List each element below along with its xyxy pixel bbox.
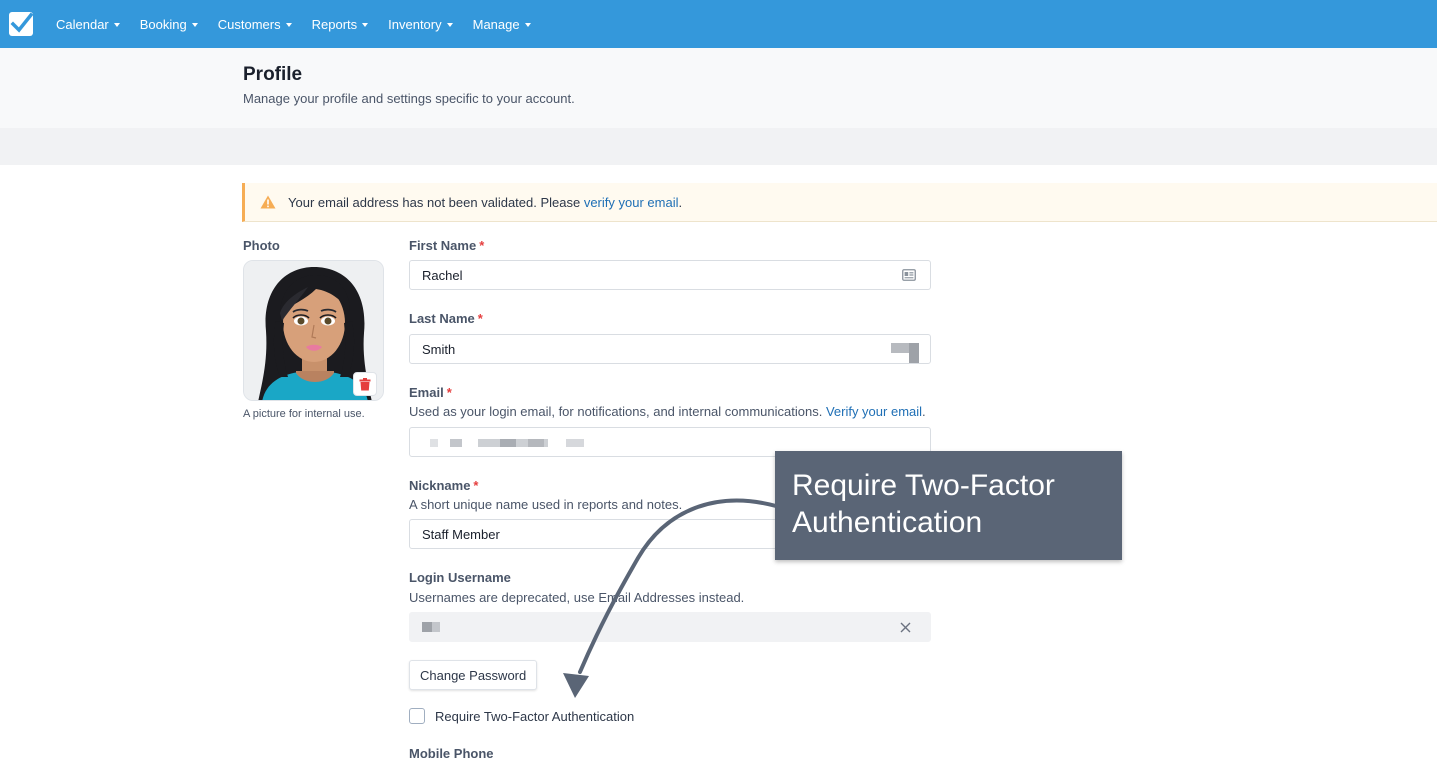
- nav-reports-label: Reports: [311, 16, 358, 32]
- two-factor-checkbox[interactable]: [409, 708, 425, 724]
- redacted-block: [909, 343, 919, 363]
- trash-icon: [359, 377, 371, 390]
- app-logo-checkbox-icon[interactable]: [9, 12, 33, 36]
- nav-customers[interactable]: Customers: [208, 17, 302, 32]
- page-subtitle: Manage your profile and settings specifi…: [243, 91, 575, 106]
- nickname-value: Staff Member: [422, 526, 500, 542]
- verify-email-link[interactable]: verify your email: [584, 195, 679, 210]
- alert-message: Your email address has not been validate…: [288, 195, 682, 210]
- redacted-block: [566, 439, 584, 447]
- two-factor-label[interactable]: Require Two-Factor Authentication: [435, 709, 634, 724]
- redacted-block: [500, 439, 516, 447]
- header-band: [0, 128, 1437, 165]
- first-name-label-text: First Name: [409, 238, 477, 253]
- required-marker: *: [446, 385, 452, 400]
- email-help-text: Used as your login email, for notificati…: [409, 404, 926, 419]
- redacted-block: [432, 622, 440, 632]
- caret-down-icon: [285, 22, 292, 27]
- login-username-help-text: Usernames are deprecated, use Email Addr…: [409, 590, 745, 605]
- page-title: Profile: [243, 64, 303, 85]
- first-name-input[interactable]: Rachel: [409, 260, 931, 290]
- top-navbar: Calendar Booking Customers Reports Inven…: [0, 0, 1437, 48]
- nav-booking-label: Booking: [139, 16, 187, 32]
- callout-line-1: Require Two-Factor: [792, 469, 1055, 502]
- caret-down-icon: [446, 22, 453, 27]
- page-header: Profile Manage your profile and settings…: [0, 48, 1437, 128]
- photo-label: Photo: [243, 238, 280, 253]
- nav-booking[interactable]: Booking: [130, 17, 208, 32]
- redacted-block: [430, 439, 438, 447]
- last-name-label: Last Name *: [409, 311, 483, 326]
- photo-help-text: A picture for internal use.: [243, 408, 365, 420]
- change-password-button[interactable]: Change Password: [409, 660, 538, 690]
- email-help: Used as your login email, for notificati…: [409, 404, 826, 419]
- email-validation-alert: Your email address has not been validate…: [242, 183, 1437, 222]
- verify-email-help-link[interactable]: Verify your email: [826, 404, 922, 419]
- required-marker: *: [477, 311, 483, 326]
- alert-suffix: .: [678, 194, 683, 210]
- login-username-input[interactable]: [409, 612, 931, 642]
- remove-photo-button[interactable]: [353, 372, 377, 396]
- email-help-suffix: .: [922, 404, 926, 419]
- first-name-label: First Name *: [409, 238, 484, 253]
- caret-down-icon: [191, 22, 198, 27]
- nav-calendar-label: Calendar: [56, 16, 109, 32]
- clear-x-icon[interactable]: [900, 622, 911, 633]
- redacted-block: [528, 439, 544, 447]
- caret-down-icon: [113, 22, 120, 27]
- caret-down-icon: [524, 22, 531, 27]
- nickname-label-text: Nickname: [409, 478, 471, 493]
- redacted-block: [450, 439, 462, 447]
- nav-calendar[interactable]: Calendar: [46, 17, 130, 32]
- warning-icon: [260, 195, 276, 209]
- arrow-head-icon: [563, 673, 589, 698]
- redacted-block: [422, 622, 432, 632]
- email-label-text: Email: [409, 385, 444, 400]
- caret-down-icon: [362, 22, 369, 27]
- nav-reports[interactable]: Reports: [302, 17, 379, 32]
- nav-manage-label: Manage: [472, 16, 520, 32]
- last-name-value: Smith: [422, 341, 456, 357]
- email-label: Email *: [409, 385, 452, 400]
- alert-text: Your email address has not been validate…: [288, 194, 584, 210]
- nav-inventory-label: Inventory: [388, 16, 442, 32]
- mobile-phone-label: Mobile Phone: [409, 746, 494, 761]
- nav-menu: Calendar Booking Customers Reports Inven…: [46, 0, 541, 48]
- nav-inventory[interactable]: Inventory: [378, 17, 462, 32]
- nickname-label: Nickname *: [409, 478, 478, 493]
- last-name-input[interactable]: Smith: [409, 334, 931, 364]
- required-marker: *: [479, 238, 485, 253]
- nav-customers-label: Customers: [217, 16, 281, 32]
- nickname-help-text: A short unique name used in reports and …: [409, 497, 683, 512]
- last-name-label-text: Last Name: [409, 311, 475, 326]
- annotation-callout: Require Two-Factor Authentication: [775, 451, 1122, 560]
- first-name-value: Rachel: [422, 267, 463, 283]
- two-factor-row[interactable]: Require Two-Factor Authentication: [409, 708, 634, 724]
- callout-line-2: Authentication: [792, 506, 983, 539]
- required-marker: *: [473, 478, 479, 493]
- nav-manage[interactable]: Manage: [463, 17, 541, 32]
- login-username-label: Login Username: [409, 570, 511, 585]
- contact-card-icon[interactable]: [902, 269, 916, 281]
